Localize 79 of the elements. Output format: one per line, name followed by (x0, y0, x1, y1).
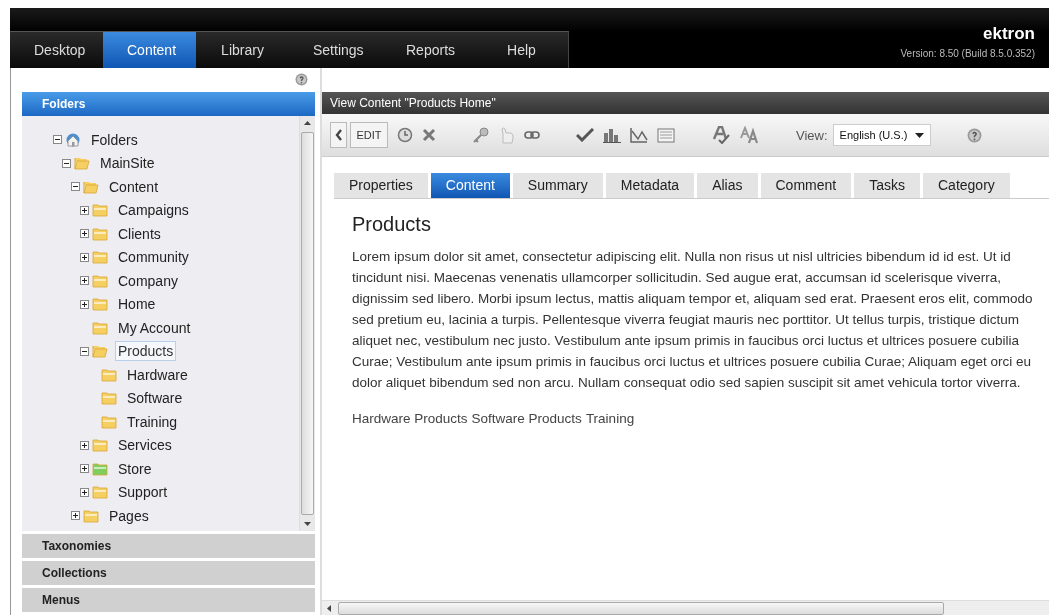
tree-item[interactable]: Support (115, 482, 171, 503)
tree-item[interactable]: Store (115, 458, 155, 479)
tree-item[interactable]: My Account (115, 317, 194, 338)
tree-item[interactable]: Folders (88, 129, 141, 150)
tree-item[interactable]: Home (115, 294, 159, 315)
tree-item[interactable]: MainSite (97, 153, 158, 174)
horizontal-scrollbar[interactable] (322, 600, 1049, 615)
collapse-toggle[interactable] (62, 158, 71, 168)
language-select[interactable]: English (U.S.) (832, 124, 932, 146)
tree-item[interactable]: Products (115, 341, 177, 362)
expand-toggle[interactable] (80, 299, 89, 309)
nav-tab[interactable]: Help (475, 32, 568, 68)
tab[interactable]: Content (430, 173, 510, 198)
help-icon[interactable] (295, 72, 308, 86)
content-heading: Products (352, 213, 432, 236)
view-label: View: (796, 127, 828, 143)
collapse-toggle[interactable] (80, 346, 89, 356)
tree-item[interactable]: Campaigns (115, 200, 192, 221)
nav-tab[interactable]: Desktop (10, 32, 103, 68)
bar-chart-icon[interactable] (603, 127, 621, 143)
expand-toggle[interactable] (80, 464, 89, 474)
tree-item[interactable]: Content (106, 176, 162, 197)
scroll-up-arrow-icon[interactable] (304, 121, 311, 125)
nav-tab[interactable]: Library (196, 32, 289, 68)
nav-tab[interactable]: Content (103, 32, 196, 68)
collapse-toggle[interactable] (71, 182, 80, 192)
accordion-header[interactable]: Menus (22, 588, 315, 612)
close-icon[interactable] (422, 128, 436, 142)
help-icon[interactable] (967, 127, 983, 143)
home-icon (65, 132, 81, 147)
tab[interactable]: Tasks (854, 173, 920, 198)
accordion-header[interactable]: Folders (22, 92, 315, 116)
version-text: Version: 8.50 (Build 8.5.0.352) (900, 48, 1035, 59)
clock-icon[interactable] (397, 127, 413, 143)
collapse-toggle[interactable] (53, 135, 62, 145)
tree-item[interactable]: Training (124, 411, 181, 432)
check-icon[interactable] (576, 128, 594, 142)
expand-toggle[interactable] (80, 487, 89, 497)
line-chart-icon[interactable] (630, 127, 648, 143)
expand-toggle[interactable] (80, 205, 89, 215)
nav-tab[interactable]: Settings (289, 32, 382, 68)
tab[interactable]: Metadata (605, 173, 695, 198)
accordion-header[interactable]: Taxonomies (22, 534, 315, 558)
scroll-left-arrow-icon[interactable] (327, 604, 331, 612)
key-icon[interactable] (472, 126, 490, 144)
expand-toggle[interactable] (80, 252, 89, 262)
back-button[interactable] (330, 122, 347, 148)
body-text: Lorem ipsum dolor sit amet, consectetur adipiscing elit. Nulla non risus ut nisl ultricies bibendum id id est. Ut id tincidunt nisi. Maecenas venenatis ullamcorper sollicitudin. Sed augue erat, accumsan id scelerisque viverra, dignissim sed libero. Morbi ipsum lectus, mattis aliquam tempor et, aliquam sed erat. Praesent eros elit, commodo sed pretium eu, lacinia a turpis. Pellentesque viverra feugiat mauris nec porttitor. Ut tellus turpis, tristique dictum aliquet nec, vestibulum nec justo. Vestibulum ante ipsum primis in faucibus orci luctus et ultrices posuere cubilia Curae; Vestibulum ante ipsum primis in faucibus orci luctus et ultrices posuere cubilia Curae; Aliquam eget orci eu dolor aliquet bibendum sed non arcu. Nullam consequat odio sed sapien suscipit sit amet vehicula tortor viverra. (352, 248, 1034, 392)
nav-tab[interactable]: Reports (382, 32, 475, 68)
accordion-header[interactable]: Collections (22, 561, 315, 585)
dropdown-caret-icon (915, 132, 925, 138)
tree-item[interactable]: Pages (106, 505, 152, 526)
expand-toggle[interactable] (80, 440, 89, 450)
tree-item[interactable]: Company (115, 270, 181, 291)
chevron-left-icon (334, 129, 343, 141)
tree-item[interactable]: Community (115, 247, 192, 268)
view-title: View Content "Products Home" (330, 96, 496, 110)
expand-toggle[interactable] (80, 229, 89, 239)
tab[interactable]: Summary (512, 173, 603, 198)
expand-toggle[interactable] (71, 511, 80, 521)
tree-item[interactable]: Services (115, 435, 175, 456)
content-link[interactable]: Training (585, 411, 635, 426)
tab[interactable]: Category (923, 173, 1010, 198)
translate-icon[interactable] (740, 126, 760, 144)
brand-logo: ektron (983, 24, 1035, 44)
tab[interactable]: Alias (697, 173, 758, 198)
spellcheck-icon[interactable] (711, 126, 731, 144)
tab[interactable]: Properties (334, 173, 428, 198)
edit-button[interactable]: EDIT (350, 122, 388, 148)
vertical-scrollbar[interactable] (299, 116, 315, 531)
link-icon[interactable] (524, 130, 540, 140)
content-link[interactable]: Hardware Products (352, 411, 468, 426)
tree-item[interactable]: Hardware (124, 364, 191, 385)
content-link[interactable]: Software Products (471, 411, 582, 426)
expand-toggle[interactable] (80, 276, 89, 286)
tree-item[interactable]: Software (124, 388, 186, 409)
tree-item[interactable]: Clients (115, 223, 164, 244)
scroll-down-arrow-icon[interactable] (304, 522, 311, 526)
tab[interactable]: Comment (760, 173, 852, 198)
